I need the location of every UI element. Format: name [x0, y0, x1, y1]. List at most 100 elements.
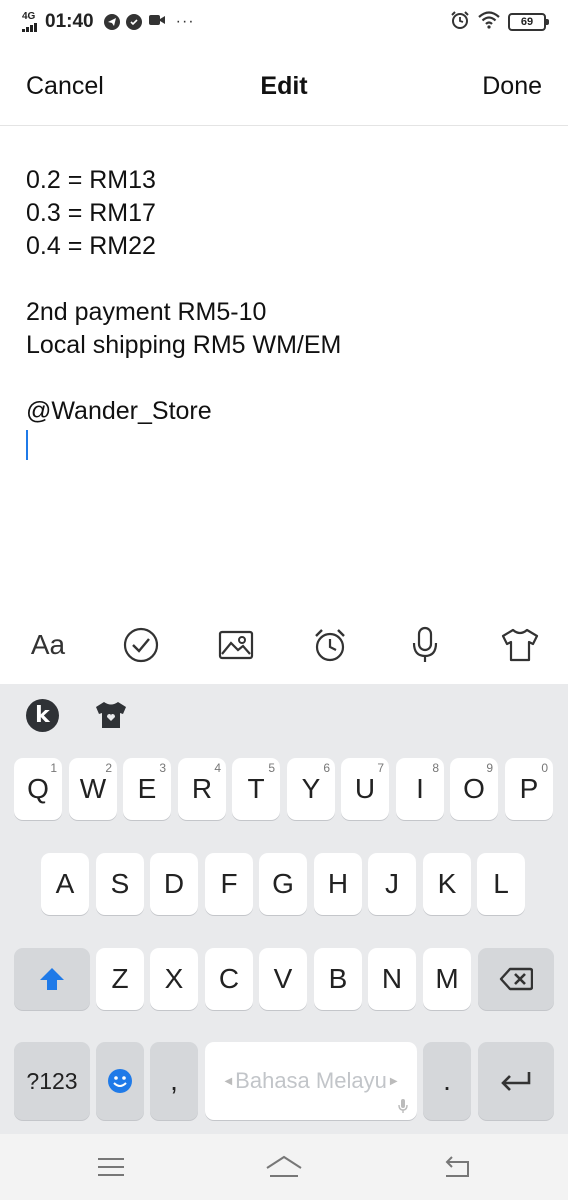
system-navigation-bar [0, 1134, 568, 1200]
note-line [26, 362, 546, 395]
note-line: Local shipping RM5 WM/EM [26, 331, 342, 359]
key-hint: 1 [50, 761, 57, 775]
key-label: E [137, 773, 157, 804]
key-q[interactable]: Q1 [14, 758, 62, 820]
key-hint: 2 [105, 761, 112, 775]
shift-icon [40, 968, 64, 990]
note-line: 2nd payment RM5-10 [26, 298, 267, 326]
key-hint: 9 [486, 761, 493, 775]
key-a[interactable]: A [41, 853, 89, 915]
key-label: U [354, 773, 376, 804]
key-g[interactable]: G [259, 853, 307, 915]
back-icon[interactable] [442, 1154, 472, 1180]
text-format-button[interactable]: Aa [28, 623, 68, 667]
symbols-key[interactable]: ?123 [14, 1042, 90, 1120]
key-hint: 6 [323, 761, 330, 775]
note-line [26, 263, 546, 296]
key-o[interactable]: O9 [450, 758, 498, 820]
edit-header: Cancel Edit Done [0, 44, 568, 126]
key-k[interactable]: K [423, 853, 471, 915]
network-type: 4G [22, 11, 36, 22]
key-d[interactable]: D [150, 853, 198, 915]
key-f[interactable]: F [205, 853, 253, 915]
home-icon[interactable] [264, 1154, 304, 1180]
key-l[interactable]: L [477, 853, 525, 915]
battery-icon: 69 [508, 13, 549, 31]
alarm-icon [450, 10, 470, 35]
microphone-icon[interactable] [403, 623, 447, 667]
key-hint: 3 [159, 761, 166, 775]
signal-icon [22, 23, 37, 32]
backspace-key[interactable] [478, 948, 554, 1010]
space-language-label: Bahasa Melayu [235, 1068, 387, 1093]
period-key[interactable]: . [423, 1042, 471, 1120]
note-editor[interactable]: 0.2 = RM13 0.3 = RM17 0.4 = RM22 2nd pay… [26, 164, 546, 604]
key-y[interactable]: Y6 [287, 758, 335, 820]
key-label: W [79, 773, 107, 804]
key-p[interactable]: P0 [505, 758, 553, 820]
key-u[interactable]: U7 [341, 758, 389, 820]
keyboard: k Q1 W2 E3 R4 T5 Y6 U7 I8 O9 P0 A S D F … [0, 684, 568, 1134]
key-t[interactable]: T5 [232, 758, 280, 820]
comma-key[interactable]: , [150, 1042, 198, 1120]
emoji-key[interactable] [96, 1042, 144, 1120]
key-n[interactable]: N [368, 948, 416, 1010]
caret-left-icon: ◀ [224, 1075, 233, 1087]
shift-key[interactable] [14, 948, 90, 1010]
key-hint: 4 [214, 761, 221, 775]
status-bar: 4G 01:40 ··· 69 [0, 0, 568, 44]
keyboard-suggestion-bar: k [0, 684, 568, 742]
key-z[interactable]: Z [96, 948, 144, 1010]
backspace-icon [499, 967, 533, 991]
key-hint: 7 [377, 761, 384, 775]
key-c[interactable]: C [205, 948, 253, 1010]
clock: 01:40 [45, 11, 94, 32]
key-hint: 0 [541, 761, 548, 775]
key-v[interactable]: V [259, 948, 307, 1010]
note-line: 0.4 = RM22 [26, 232, 156, 260]
key-m[interactable]: M [423, 948, 471, 1010]
key-s[interactable]: S [96, 853, 144, 915]
emoji-icon [108, 1069, 132, 1093]
space-bar[interactable]: ◀ Bahasa Melayu ▶ [205, 1042, 417, 1120]
check-circle-icon [125, 14, 142, 30]
key-label: R [191, 773, 213, 804]
wifi-icon [478, 10, 500, 34]
alarm-clock-icon[interactable] [308, 623, 352, 667]
key-b[interactable]: B [314, 948, 362, 1010]
key-h[interactable]: H [314, 853, 362, 915]
kika-keyboard-icon[interactable]: k [26, 699, 59, 732]
shirt-icon[interactable] [498, 623, 542, 667]
done-button[interactable]: Done [482, 72, 542, 101]
key-e[interactable]: E3 [123, 758, 171, 820]
checklist-icon[interactable] [119, 623, 163, 667]
mic-small-icon [398, 1099, 408, 1113]
caret-right-icon: ▶ [389, 1075, 398, 1087]
key-hint: 8 [432, 761, 439, 775]
key-label: I [416, 773, 424, 804]
telegram-icon [103, 14, 120, 30]
note-line: 0.2 = RM13 [26, 166, 156, 194]
image-icon[interactable] [214, 623, 258, 667]
battery-level: 69 [520, 16, 534, 28]
menu-icon[interactable] [96, 1154, 126, 1180]
video-icon [148, 13, 166, 32]
key-w[interactable]: W2 [69, 758, 117, 820]
key-hint: 5 [268, 761, 275, 775]
text-cursor [26, 430, 28, 460]
enter-icon [501, 1072, 531, 1091]
key-label: P [519, 773, 539, 804]
key-x[interactable]: X [150, 948, 198, 1010]
key-label: Y [301, 773, 321, 804]
format-toolbar: Aa [0, 606, 568, 684]
key-label: O [463, 773, 485, 804]
key-j[interactable]: J [368, 853, 416, 915]
key-label: T [247, 773, 265, 804]
enter-key[interactable] [478, 1042, 554, 1120]
more-notifications: ··· [175, 13, 195, 30]
key-r[interactable]: R4 [178, 758, 226, 820]
key-label: Q [27, 773, 49, 804]
note-line: @Wander_Store [26, 397, 212, 425]
keyboard-theme-icon[interactable] [94, 699, 128, 731]
key-i[interactable]: I8 [396, 758, 444, 820]
